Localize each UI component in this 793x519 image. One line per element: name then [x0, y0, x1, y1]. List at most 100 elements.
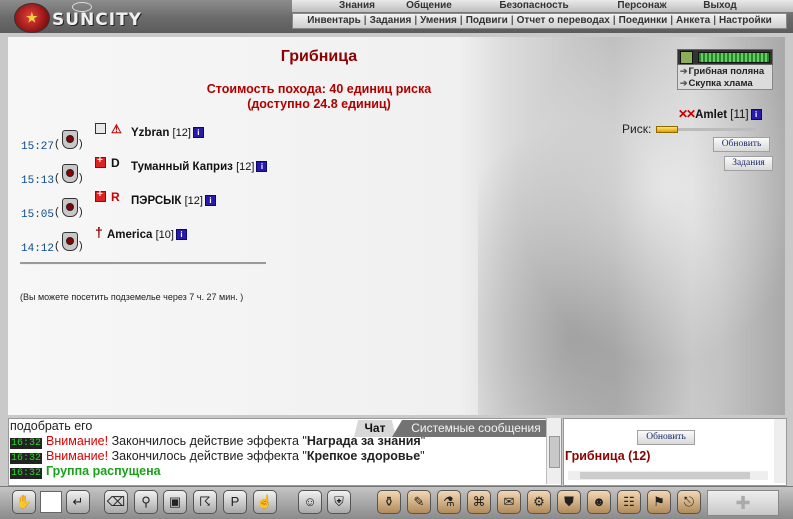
- flag-icon[interactable]: ⚑: [647, 490, 671, 514]
- player-name[interactable]: Yzbran [12] i: [131, 127, 204, 139]
- sub-menu: Инвентарь | Задания | Умения | Подвиги | Отчет о…: [292, 13, 787, 29]
- chat-input[interactable]: [40, 491, 62, 513]
- filter-icon[interactable]: ⚲: [134, 490, 158, 514]
- top-bar: ★ SUNCITY Знания Общение Безопасность Пе…: [0, 0, 793, 33]
- gear-icon[interactable]: ✚: [707, 490, 779, 516]
- tasks-button[interactable]: Задания: [724, 156, 773, 171]
- paren-open: (: [55, 172, 59, 184]
- brand-name: SUNCITY: [52, 10, 142, 30]
- player-level: [12]: [236, 161, 255, 173]
- chat-timestamp[interactable]: 16:32: [10, 438, 43, 449]
- player-name[interactable]: America [10] i: [107, 229, 187, 241]
- info-icon[interactable]: i: [256, 161, 268, 172]
- paren-close: ): [79, 172, 83, 184]
- enter-icon[interactable]: ↵: [66, 490, 90, 514]
- hand-icon[interactable]: ✋: [12, 490, 36, 514]
- pen-icon[interactable]: ✎: [407, 490, 431, 514]
- clan-icon[interactable]: ⛨: [327, 490, 351, 514]
- entry-time: 15:05: [21, 209, 55, 221]
- paren-open: (: [55, 240, 59, 252]
- shield-icon[interactable]: [62, 198, 78, 217]
- group-icon[interactable]: ☷: [617, 490, 641, 514]
- scroll-thumb[interactable]: [580, 472, 750, 479]
- paren-close: ): [79, 206, 83, 218]
- player-name[interactable]: Туманный Каприз [12] i: [131, 161, 268, 173]
- map-icon[interactable]: ⌘: [467, 490, 491, 514]
- shield-icon[interactable]: [62, 130, 78, 149]
- rank-icon: R: [111, 190, 120, 204]
- page-title: Грибница: [280, 48, 358, 65]
- clan-icon[interactable]: [95, 155, 106, 168]
- info-icon[interactable]: i: [192, 127, 204, 138]
- pl-icon[interactable]: P: [223, 490, 247, 514]
- shield-icon[interactable]: [62, 232, 78, 251]
- submenu-skills[interactable]: Умения: [420, 15, 457, 26]
- armor-icon[interactable]: ⛊: [557, 490, 581, 514]
- chat-line: подобрать его: [10, 419, 92, 433]
- shield-icon[interactable]: [62, 164, 78, 183]
- paren-open: (: [55, 206, 59, 218]
- risk-meter: Риск:: [622, 122, 756, 136]
- link-mushroom-glade[interactable]: ➔Грибная поляна: [677, 65, 773, 77]
- submenu-duels[interactable]: Поединки: [619, 15, 668, 26]
- chat-timestamp[interactable]: 16:32: [10, 453, 43, 464]
- clan-icon[interactable]: [95, 123, 106, 134]
- refresh-button[interactable]: Обновить: [713, 137, 770, 152]
- hand-raise-icon[interactable]: ☝: [253, 490, 277, 514]
- scroll-icon[interactable]: ✉: [497, 490, 521, 514]
- link-junk-shop[interactable]: ➔Скупка хлама: [677, 77, 773, 90]
- submenu-settings[interactable]: Настройки: [719, 15, 772, 26]
- emblem-icon: ★: [14, 3, 50, 33]
- bottom-toolbar: ✋ ↵ ⌫ ⚲ ▣ ☈ P ☝ ☺ ⛨ ⚱ ✎ ⚗ ⌘ ✉ ⚙ ⛊ ☻ ☷ ⚑ …: [0, 486, 793, 519]
- location-links: ➔Грибная поляна ➔Скупка хлама: [677, 49, 773, 90]
- tab-system-messages[interactable]: Системные сообщения: [392, 420, 560, 437]
- player-level: [12]: [184, 195, 203, 207]
- logo[interactable]: ★ SUNCITY: [6, 1, 142, 33]
- menu-security[interactable]: Безопасность: [482, 0, 586, 12]
- menu-exit[interactable]: Выход: [687, 0, 753, 12]
- vertical-scrollbar[interactable]: [774, 419, 786, 483]
- my-character[interactable]: ✕✕Amlet [11] i: [678, 107, 762, 121]
- tab-chat[interactable]: Чат: [354, 420, 396, 437]
- submenu-tasks[interactable]: Задания: [370, 15, 412, 26]
- entry-time: 15:27: [21, 141, 55, 153]
- my-level: [11]: [730, 109, 749, 121]
- info-icon[interactable]: i: [204, 195, 216, 206]
- bag-icon[interactable]: ⚱: [377, 490, 401, 514]
- player-name[interactable]: ПЭРСЫК [12] i: [131, 195, 216, 207]
- menu-communication[interactable]: Общение: [388, 0, 470, 12]
- dance-icon[interactable]: ☈: [193, 490, 217, 514]
- smile-icon[interactable]: ☺: [298, 490, 322, 514]
- clan-icon[interactable]: [95, 189, 106, 202]
- risk-label: Риск:: [622, 122, 652, 136]
- chat-scrollbar[interactable]: [546, 418, 561, 484]
- arrow-icon: ➔: [680, 78, 688, 88]
- tools-icon[interactable]: ⚙: [527, 490, 551, 514]
- chat-warning: Внимание!: [46, 449, 109, 463]
- eraser-icon[interactable]: ⌫: [104, 490, 128, 514]
- info-icon[interactable]: i: [750, 109, 762, 120]
- online-title: Грибница (12): [565, 449, 651, 463]
- submenu-transfers[interactable]: Отчет о переводах: [517, 15, 610, 26]
- risk-fill: [656, 126, 678, 133]
- player-name-text: Туманный Каприз: [131, 161, 233, 173]
- exit-icon[interactable]: ⎋: [677, 490, 701, 514]
- chat-text: подобрать его: [10, 419, 93, 433]
- online-list: Обновить Грибница (12): [563, 418, 787, 486]
- potion-icon[interactable]: ⚗: [437, 490, 461, 514]
- divider: [20, 262, 266, 265]
- online-refresh-button[interactable]: Обновить: [637, 430, 695, 445]
- menu-character[interactable]: Персонаж: [597, 0, 687, 12]
- submenu-inventory[interactable]: Инвентарь: [307, 15, 361, 26]
- submenu-profile[interactable]: Анкета: [676, 15, 710, 26]
- chat-timestamp[interactable]: 16:32: [10, 468, 43, 479]
- crossed-swords-icon: ✕✕: [678, 107, 696, 121]
- scroll-thumb[interactable]: [549, 436, 560, 468]
- friend-icon[interactable]: ☻: [587, 490, 611, 514]
- save-icon[interactable]: ▣: [163, 490, 187, 514]
- trip-cost: Стоимость похода: 40 единиц риска (досту…: [8, 82, 630, 112]
- submenu-feats[interactable]: Подвиги: [466, 15, 508, 26]
- location-panel: Грибница Стоимость похода: 40 единиц рис…: [8, 37, 785, 415]
- horizontal-scrollbar[interactable]: [568, 471, 768, 480]
- info-icon[interactable]: i: [175, 229, 187, 240]
